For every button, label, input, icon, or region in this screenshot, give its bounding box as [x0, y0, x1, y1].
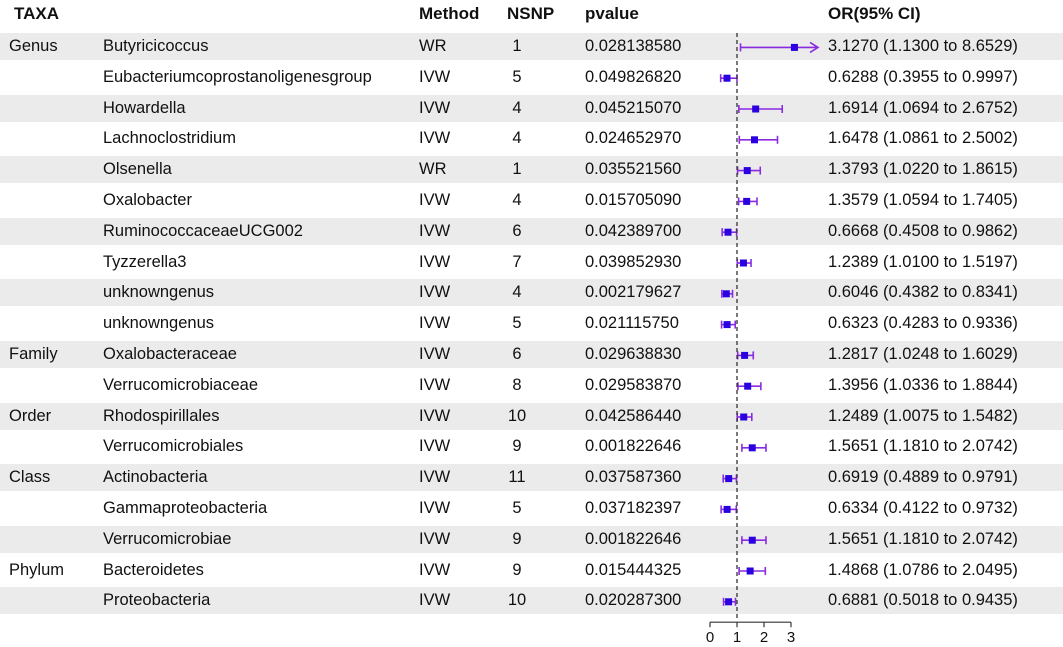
- point-estimate: [723, 505, 731, 513]
- point-estimate: [743, 167, 751, 175]
- point-estimate: [748, 536, 756, 544]
- x-tick-label: 2: [760, 629, 768, 646]
- point-estimate: [725, 598, 733, 606]
- point-estimate: [740, 413, 748, 421]
- point-estimate: [739, 259, 747, 267]
- point-estimate: [743, 197, 751, 205]
- point-estimate: [746, 567, 754, 575]
- x-tick-label: 1: [733, 629, 741, 646]
- point-estimate: [722, 290, 730, 298]
- point-estimate: [725, 475, 733, 483]
- x-tick-label: 3: [787, 629, 795, 646]
- x-tick-label: 0: [706, 629, 714, 646]
- point-estimate: [752, 105, 760, 113]
- point-estimate: [723, 321, 731, 329]
- point-estimate: [748, 444, 756, 452]
- point-estimate: [744, 382, 752, 390]
- point-estimate: [724, 228, 732, 236]
- point-estimate: [741, 351, 749, 359]
- forest-plot: 0 1 2 3: [706, 33, 820, 646]
- point-estimate: [750, 136, 758, 144]
- point-estimate: [790, 43, 798, 51]
- point-estimate: [723, 74, 731, 82]
